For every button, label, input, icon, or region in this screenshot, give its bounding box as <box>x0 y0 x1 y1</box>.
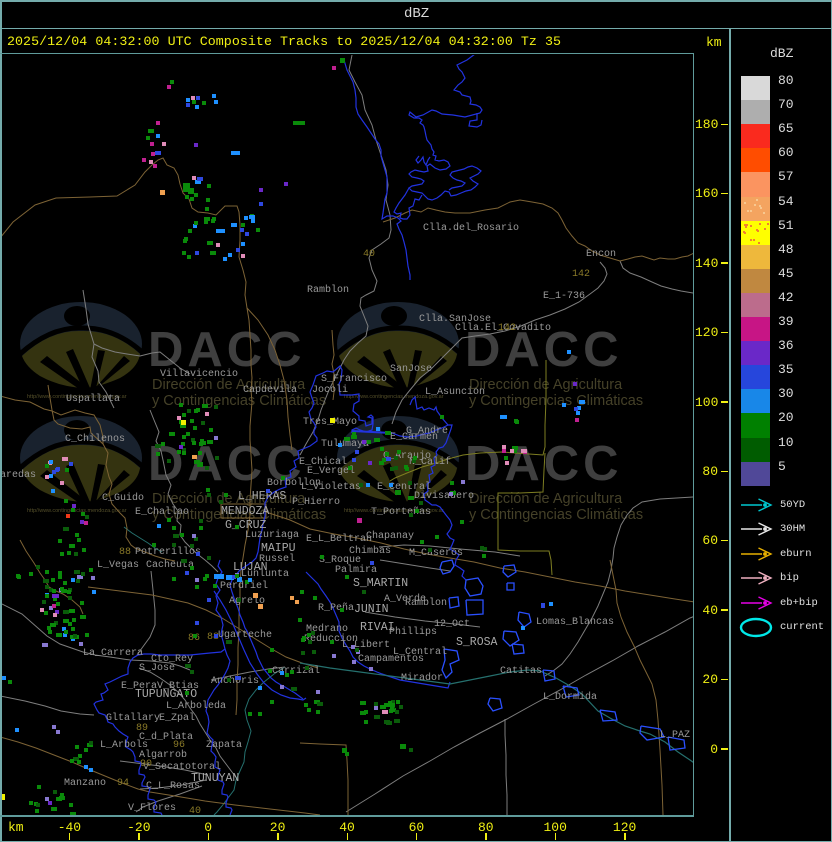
svg-text:L_Vegas: L_Vegas <box>97 560 139 571</box>
svg-text:C_L_Rosas: C_L_Rosas <box>146 781 200 792</box>
svg-text:E_1-736: E_1-736 <box>543 291 585 302</box>
svg-text:C_Guido: C_Guido <box>102 492 144 504</box>
svg-text:L_Dormida: L_Dormida <box>543 691 597 703</box>
svg-text:Carrizal: Carrizal <box>272 665 320 677</box>
svg-text:94: 94 <box>117 778 129 789</box>
svg-text:E_Zpal: E_Zpal <box>159 712 195 724</box>
svg-text:E_Challao: E_Challao <box>135 506 189 518</box>
svg-text:Ramblon: Ramblon <box>307 284 349 296</box>
svg-text:R_Peña: R_Peña <box>318 602 354 614</box>
svg-text:Chapanay: Chapanay <box>366 530 414 542</box>
svg-text:SanJose: SanJose <box>390 364 432 375</box>
svg-text:Perdriel: Perdriel <box>220 580 268 592</box>
svg-text:E_L_Beltran: E_L_Beltran <box>306 533 372 545</box>
svg-text:142: 142 <box>498 323 516 334</box>
svg-text:L_Libert: L_Libert <box>342 639 390 651</box>
svg-text:Catitas: Catitas <box>500 665 542 677</box>
svg-text:Villavicencio: Villavicencio <box>160 368 238 380</box>
svg-text:P_Hierro: P_Hierro <box>292 496 340 508</box>
svg-text:Lomas_Blancas: Lomas_Blancas <box>536 616 614 628</box>
svg-text:MENDOZA: MENDOZA <box>221 505 269 518</box>
svg-text:S_Francisco: S_Francisco <box>321 373 387 385</box>
svg-text:S_MARTIN: S_MARTIN <box>353 577 408 590</box>
svg-text:L_Asuncion: L_Asuncion <box>425 386 485 398</box>
svg-text:JUNIN: JUNIN <box>354 603 389 616</box>
svg-text:S_ROSA: S_ROSA <box>456 636 498 649</box>
svg-text:S_Jose: S_Jose <box>139 663 175 674</box>
svg-text:90: 90 <box>140 759 152 770</box>
svg-text:Jocoli: Jocoli <box>312 384 348 396</box>
svg-text:Palmira: Palmira <box>335 564 377 576</box>
svg-text:Chimbas: Chimbas <box>349 545 391 557</box>
svg-text:88: 88 <box>119 547 131 558</box>
svg-text:M_Caseros: M_Caseros <box>409 548 463 559</box>
svg-text:C_Chilenos: C_Chilenos <box>65 433 125 445</box>
svg-text:Ugarteche: Ugarteche <box>218 629 272 641</box>
svg-text:E_Carmen: E_Carmen <box>390 432 438 443</box>
svg-text:L_Violetas: L_Violetas <box>301 481 361 493</box>
svg-text:89: 89 <box>136 723 148 734</box>
svg-text:Phillips: Phillips <box>389 626 437 638</box>
svg-text:96: 96 <box>173 740 185 751</box>
svg-text:Mirador: Mirador <box>401 672 443 684</box>
svg-text:L_PAZ: L_PAZ <box>660 730 690 741</box>
svg-text:T_Porteñas: T_Porteñas <box>371 506 431 518</box>
svg-text:Divisadero: Divisadero <box>414 490 474 502</box>
svg-text:Encon: Encon <box>586 249 616 260</box>
svg-text:Campamentos: Campamentos <box>358 654 424 665</box>
svg-text:E_Vergel: E_Vergel <box>307 465 355 477</box>
svg-text:La_Carrera: La_Carrera <box>83 648 143 659</box>
svg-text:Manzano: Manzano <box>64 778 106 789</box>
svg-text:aredas: aredas <box>0 469 36 481</box>
svg-text:Ramblon: Ramblon <box>405 597 447 609</box>
svg-text:40: 40 <box>363 249 375 260</box>
svg-text:Zapata: Zapata <box>206 740 242 751</box>
svg-text:Gltallary: Gltallary <box>106 712 160 724</box>
svg-text:Luzuriaga: Luzuriaga <box>245 529 299 541</box>
svg-text:V_Flores: V_Flores <box>128 802 176 814</box>
svg-text:L_Arboleda: L_Arboleda <box>166 700 226 712</box>
svg-text:Capdevila: Capdevila <box>243 384 297 396</box>
svg-text:Uspallata: Uspallata <box>66 393 120 405</box>
svg-text:Clla.del_Rosario: Clla.del_Rosario <box>423 222 519 234</box>
svg-text:12_Oct: 12_Oct <box>434 619 470 630</box>
svg-text:L_HERAS: L_HERAS <box>238 490 286 503</box>
svg-text:142: 142 <box>572 269 590 280</box>
